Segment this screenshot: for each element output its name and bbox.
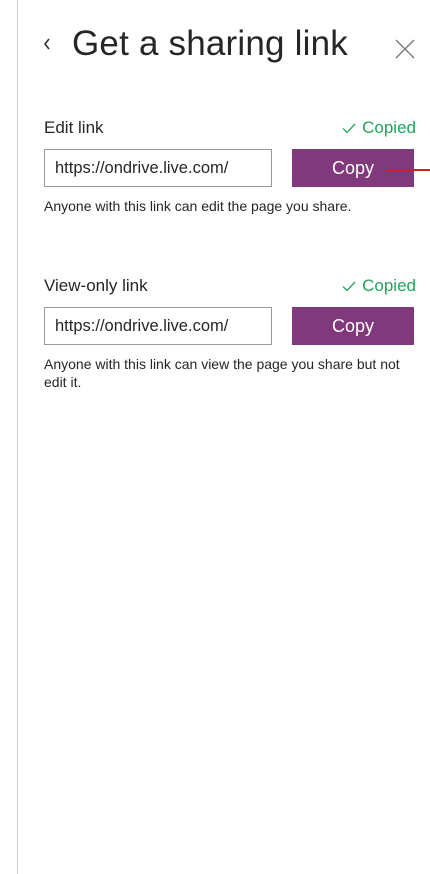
page: Get a sharing link Edit link Copied C — [0, 0, 430, 874]
edit-link-url-input[interactable] — [44, 149, 272, 187]
view-link-section: View-only link Copied Copy Anyone with t… — [44, 276, 416, 391]
page-title: Get a sharing link — [72, 24, 348, 63]
view-link-header: View-only link Copied — [44, 276, 416, 300]
view-link-copy-button[interactable]: Copy — [292, 307, 414, 345]
edit-link-description: Anyone with this link can edit the page … — [44, 198, 352, 214]
edit-link-section: Edit link Copied Copy Anyone with this l… — [44, 118, 416, 215]
edit-link-header: Edit link Copied — [44, 118, 416, 142]
close-icon — [395, 39, 415, 59]
panel-header: Get a sharing link — [18, 0, 430, 96]
chevron-left-icon — [43, 38, 50, 50]
view-link-label: View-only link — [44, 276, 148, 295]
sharing-panel: Get a sharing link Edit link Copied C — [18, 0, 430, 874]
edit-link-label: Edit link — [44, 118, 104, 137]
view-link-input-row: Copy — [44, 307, 416, 347]
back-button[interactable] — [38, 31, 56, 57]
edit-link-input-row: Copy — [44, 149, 416, 189]
checkmark-icon — [342, 123, 356, 133]
edit-link-copied-text: Copied — [362, 118, 416, 137]
callout-pointer-line — [386, 169, 430, 171]
edit-link-copy-button[interactable]: Copy — [292, 149, 414, 187]
view-link-copied-text: Copied — [362, 276, 416, 295]
view-link-url-input[interactable] — [44, 307, 272, 345]
close-button[interactable] — [394, 38, 416, 60]
checkmark-icon — [342, 281, 356, 291]
edit-link-copied-status: Copied — [342, 118, 416, 138]
view-link-copied-status: Copied — [342, 276, 416, 296]
view-link-description: Anyone with this link can view the page … — [44, 356, 400, 390]
